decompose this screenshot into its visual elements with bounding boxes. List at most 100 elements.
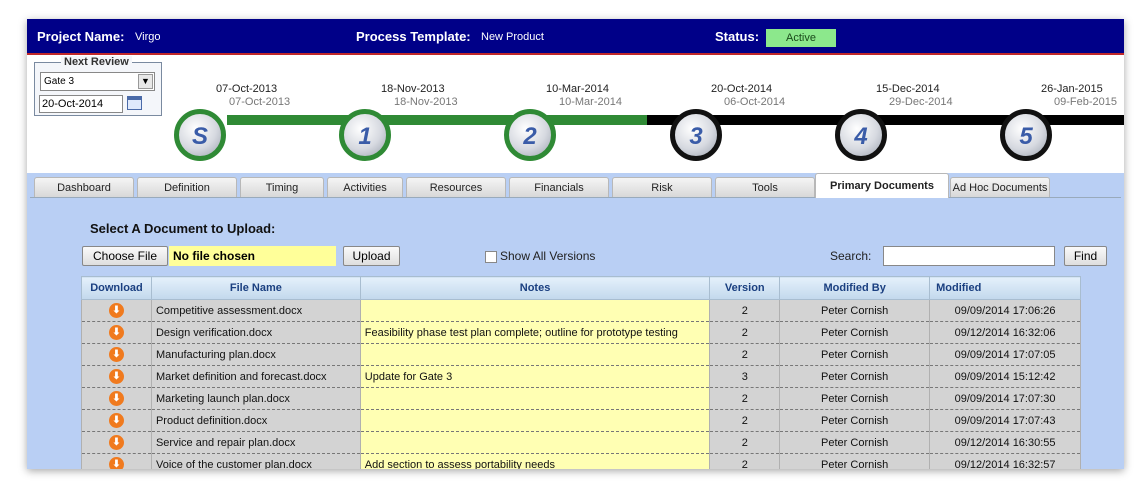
upload-button[interactable]: Upload	[343, 246, 400, 266]
download-cell: ⬇	[81, 321, 152, 344]
table-row[interactable]: ⬇ Competitive assessment.docx 2 Peter Corni…	[81, 299, 1081, 322]
column-header-modified[interactable]: Modified	[929, 276, 1081, 300]
find-button[interactable]: Find	[1064, 246, 1107, 266]
file-name-cell[interactable]: Competitive assessment.docx	[150, 299, 361, 322]
table-row[interactable]: ⬇ Marketing launch plan.docx 2 Peter Cornis…	[81, 387, 1081, 410]
gate-select[interactable]: Gate 3 ▼	[40, 72, 155, 91]
file-name-cell[interactable]: Product definition.docx	[150, 409, 361, 432]
table-row[interactable]: ⬇ Design verification.docx Feasibility pha…	[81, 321, 1081, 344]
download-cell: ⬇	[81, 299, 152, 322]
tab-primary-documents[interactable]: Primary Documents	[815, 173, 949, 198]
notes-cell[interactable]	[359, 431, 711, 454]
notes-cell[interactable]: Feasibility phase test plan complete; ou…	[359, 321, 711, 344]
download-cell: ⬇	[81, 453, 152, 469]
gate-circle-1[interactable]: 1	[339, 109, 391, 161]
gate-circle-4[interactable]: 4	[835, 109, 887, 161]
modified-date-cell: 09/12/2014 16:32:06	[929, 321, 1081, 344]
modified-date-cell: 09/12/2014 16:30:55	[929, 431, 1081, 454]
notes-cell[interactable]: Add section to assess portability needs	[359, 453, 711, 469]
gate-5-actual-date: 09-Feb-2015	[1054, 96, 1117, 108]
tab-risk[interactable]: Risk	[612, 177, 712, 197]
column-header-modified-by[interactable]: Modified By	[779, 276, 931, 300]
process-template-label: Process Template:	[356, 29, 471, 44]
phase-manufacturing-label: Manufact	[1055, 155, 1113, 170]
file-name-cell[interactable]: Manufacturing plan.docx	[150, 343, 361, 366]
tab-dashboard[interactable]: Dashboard	[34, 177, 134, 197]
download-arrow-icon[interactable]: ⬇	[108, 413, 124, 428]
file-name-cell[interactable]: Voice of the customer plan.docx	[150, 453, 361, 469]
download-arrow-icon[interactable]: ⬇	[108, 457, 124, 469]
gate-timeline: Next Review Gate 3 ▼ 20-Oct-2014 S 1 2 3…	[27, 55, 1124, 173]
notes-cell[interactable]	[359, 409, 711, 432]
chevron-down-icon[interactable]: ▼	[138, 74, 153, 89]
modified-date-cell: 09/12/2014 16:32:57	[929, 453, 1081, 469]
table-row[interactable]: ⬇ Service and repair plan.docx 2 Peter Corn…	[81, 431, 1081, 454]
file-name-cell[interactable]: Marketing launch plan.docx	[150, 387, 361, 410]
version-cell: 2	[709, 387, 781, 410]
table-row[interactable]: ⬇ Voice of the customer plan.docx Add sect…	[81, 453, 1081, 469]
gate-2-actual-date: 10-Mar-2014	[559, 96, 622, 108]
download-arrow-icon[interactable]: ⬇	[108, 391, 124, 406]
gate-circle-s[interactable]: S	[174, 109, 226, 161]
download-cell: ⬇	[81, 431, 152, 454]
notes-cell[interactable]	[359, 343, 711, 366]
gate-4-planned-date: 15-Dec-2014	[876, 83, 940, 95]
modified-by-cell: Peter Cornish	[779, 321, 931, 344]
tab-bar: Dashboard Definition Timing Activities R…	[27, 173, 1124, 198]
phase-launch-label: Launch	[917, 155, 964, 170]
tab-activities[interactable]: Activities	[327, 177, 403, 197]
version-cell: 2	[709, 409, 781, 432]
process-template-value: New Product	[481, 31, 544, 43]
gate-circle-5[interactable]: 5	[1000, 109, 1052, 161]
table-row[interactable]: ⬇ Market definition and forecast.docx Upda…	[81, 365, 1081, 388]
gate-circle-2[interactable]: 2	[504, 109, 556, 161]
download-arrow-icon[interactable]: ⬇	[108, 303, 124, 318]
gate-4-actual-date: 29-Dec-2014	[889, 96, 953, 108]
review-date-input[interactable]: 20-Oct-2014	[39, 95, 123, 113]
tab-ad-hoc-documents[interactable]: Ad Hoc Documents	[950, 177, 1050, 197]
show-all-versions-label: Show All Versions	[500, 249, 596, 263]
calendar-icon[interactable]	[127, 96, 142, 110]
project-name-label: Project Name:	[37, 29, 125, 44]
gate-circle-3[interactable]: 3	[670, 109, 722, 161]
download-arrow-icon[interactable]: ⬇	[108, 347, 124, 362]
notes-cell[interactable]: Update for Gate 3	[359, 365, 711, 388]
version-cell: 2	[709, 343, 781, 366]
table-row[interactable]: ⬇ Product definition.docx 2 Peter Cornish 09…	[81, 409, 1081, 432]
tab-resources[interactable]: Resources	[406, 177, 506, 197]
download-arrow-icon[interactable]: ⬇	[108, 369, 124, 384]
phase-investigation-label: Investigation	[234, 155, 315, 170]
gate-1-planned-date: 18-Nov-2013	[381, 83, 445, 95]
column-header-notes[interactable]: Notes	[359, 276, 711, 300]
next-review-panel: Next Review Gate 3 ▼ 20-Oct-2014	[34, 56, 162, 116]
modified-date-cell: 09/09/2014 17:07:05	[929, 343, 1081, 366]
file-name-cell[interactable]: Market definition and forecast.docx	[150, 365, 361, 388]
download-arrow-icon[interactable]: ⬇	[108, 325, 124, 340]
show-all-versions-checkbox[interactable]	[485, 251, 497, 263]
choose-file-button[interactable]: Choose File	[82, 246, 168, 266]
download-cell: ⬇	[81, 365, 152, 388]
tab-tools[interactable]: Tools	[715, 177, 815, 197]
status-label: Status:	[715, 29, 760, 44]
column-header-file-name[interactable]: File Name	[150, 276, 361, 300]
column-header-download[interactable]: Download	[81, 276, 152, 300]
notes-cell[interactable]	[359, 387, 711, 410]
download-arrow-icon[interactable]: ⬇	[108, 435, 124, 450]
version-cell: 2	[709, 321, 781, 344]
primary-documents-panel: Select A Document to Upload: Choose File…	[30, 197, 1121, 469]
column-header-version[interactable]: Version	[709, 276, 781, 300]
download-cell: ⬇	[81, 343, 152, 366]
tab-timing[interactable]: Timing	[240, 177, 324, 197]
modified-date-cell: 09/09/2014 17:06:26	[929, 299, 1081, 322]
search-input[interactable]	[883, 246, 1055, 266]
tab-financials[interactable]: Financials	[509, 177, 609, 197]
download-cell: ⬇	[81, 409, 152, 432]
file-name-cell[interactable]: Design verification.docx	[150, 321, 361, 344]
file-name-cell[interactable]: Service and repair plan.docx	[150, 431, 361, 454]
tab-definition[interactable]: Definition	[137, 177, 237, 197]
modified-by-cell: Peter Cornish	[779, 343, 931, 366]
modified-date-cell: 09/09/2014 17:07:43	[929, 409, 1081, 432]
table-row[interactable]: ⬇ Manufacturing plan.docx 2 Peter Cornish 09…	[81, 343, 1081, 366]
notes-cell[interactable]	[359, 299, 711, 322]
gate-3-actual-date: 06-Oct-2014	[724, 96, 786, 108]
